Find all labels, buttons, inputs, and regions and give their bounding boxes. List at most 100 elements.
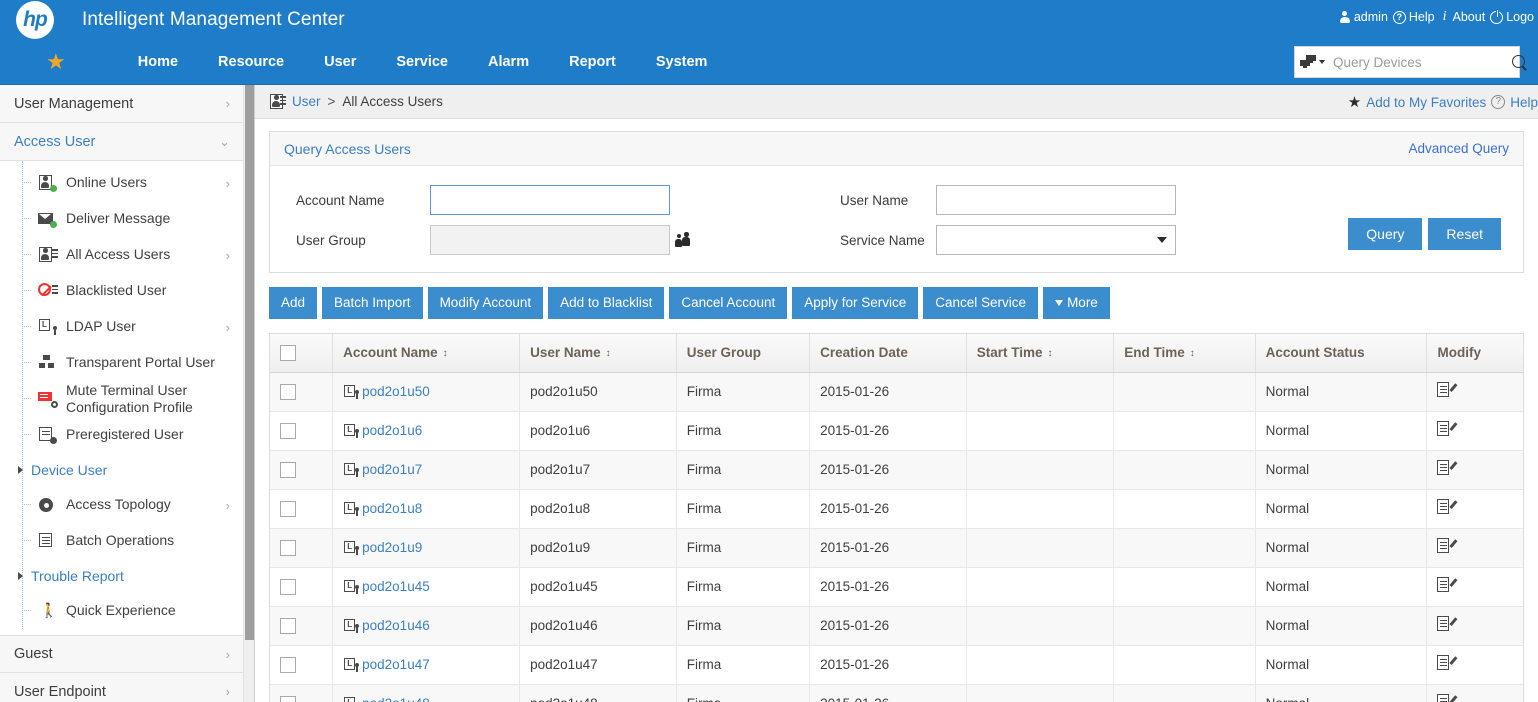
edit-icon[interactable] (1437, 459, 1458, 477)
nav-item-alarm[interactable]: Alarm (468, 54, 549, 70)
add-button[interactable]: Add (269, 287, 318, 319)
reset-button[interactable]: Reset (1428, 218, 1501, 250)
sidebar-scrollbar-thumb[interactable] (245, 85, 254, 640)
sidebar-item-batch-operations[interactable]: Batch Operations (0, 523, 244, 559)
sidebar-item-preregistered-user[interactable]: Preregistered User (0, 417, 244, 453)
search-scope-dropdown[interactable] (1295, 47, 1329, 77)
nav-item-report[interactable]: Report (549, 54, 636, 70)
account-name-link[interactable]: pod2o1u7 (362, 462, 422, 477)
cancel-service-button[interactable]: Cancel Service (923, 287, 1039, 319)
page-help-link[interactable]: Help (1510, 95, 1538, 110)
sidebar-item-online-users[interactable]: Online Users › (0, 165, 244, 201)
search-submit-button[interactable] (1512, 54, 1527, 70)
add-favorite-star-icon[interactable]: ★ (1348, 93, 1361, 111)
row-checkbox[interactable] (280, 501, 296, 518)
row-checkbox[interactable] (280, 696, 296, 702)
table-row[interactable]: Lpod2o1u6 pod2o1u6 Firma 2015-01-26 Normal (270, 411, 1523, 451)
account-name-link[interactable]: pod2o1u48 (362, 696, 430, 702)
nav-item-resource[interactable]: Resource (198, 54, 304, 70)
logout-link[interactable]: Logo (1490, 9, 1534, 24)
service-name-select[interactable] (936, 225, 1176, 255)
sidebar-item-all-access-users[interactable]: All Access Users › (0, 237, 244, 273)
account-name-link[interactable]: pod2o1u46 (362, 618, 430, 633)
add-to-favorites-link[interactable]: Add to My Favorites (1366, 95, 1486, 110)
table-row[interactable]: Lpod2o1u50 pod2o1u50 Firma 2015-01-26 Normal (270, 372, 1523, 412)
sidebar-scrollbar[interactable] (243, 85, 254, 702)
column-header-user-name[interactable]: User Name ↕ (519, 333, 677, 373)
sort-icon[interactable]: ↕ (1190, 349, 1195, 359)
advanced-query-link[interactable]: Advanced Query (1408, 141, 1509, 156)
sidebar-item-access-topology[interactable]: Access Topology › (0, 487, 244, 523)
sort-icon[interactable]: ↕ (443, 349, 448, 359)
more-button[interactable]: More (1043, 287, 1110, 319)
sidebar-item-quick-experience[interactable]: 🚶 Quick Experience (0, 593, 244, 629)
row-checkbox[interactable] (280, 657, 296, 674)
user-group-input[interactable] (430, 225, 670, 255)
add-to-blacklist-button[interactable]: Add to Blacklist (548, 287, 665, 319)
cancel-account-button[interactable]: Cancel Account (669, 287, 788, 319)
edit-icon[interactable] (1437, 693, 1458, 702)
favorites-star-icon[interactable]: ★ (46, 51, 66, 73)
table-row[interactable]: Lpod2o1u7 pod2o1u7 Firma 2015-01-26 Normal (270, 450, 1523, 490)
sidebar-group-user-management[interactable]: User Management › (0, 85, 244, 123)
row-checkbox[interactable] (280, 579, 296, 596)
account-name-link[interactable]: pod2o1u45 (362, 579, 430, 594)
breadcrumb-link-user[interactable]: User (292, 94, 321, 109)
batch-import-button[interactable]: Batch Import (322, 287, 423, 319)
row-checkbox[interactable] (280, 384, 296, 401)
sort-icon[interactable]: ↕ (1047, 349, 1052, 359)
edit-icon[interactable] (1437, 420, 1458, 438)
sidebar-group-user-endpoint[interactable]: User Endpoint › (0, 673, 244, 702)
sidebar-item-device-user[interactable]: Device User (0, 453, 244, 487)
account-menu[interactable]: admin (1339, 10, 1388, 24)
nav-item-system[interactable]: System (636, 54, 728, 70)
edit-icon[interactable] (1437, 537, 1458, 555)
sidebar-item-ldap-user[interactable]: L LDAP User › (0, 309, 244, 345)
about-link[interactable]: i About (1440, 9, 1486, 25)
account-name-link[interactable]: pod2o1u50 (362, 384, 430, 399)
table-row[interactable]: Lpod2o1u46 pod2o1u46 Firma 2015-01-26 Normal (270, 606, 1523, 646)
user-name-input[interactable] (936, 185, 1176, 215)
account-name-input[interactable] (430, 185, 670, 215)
nav-item-service[interactable]: Service (376, 54, 468, 70)
column-header-start-time[interactable]: Start Time ↕ (966, 333, 1115, 373)
table-row[interactable]: Lpod2o1u9 pod2o1u9 Firma 2015-01-26 Normal (270, 528, 1523, 568)
column-header-end-time[interactable]: End Time ↕ (1113, 333, 1256, 373)
edit-icon[interactable] (1437, 615, 1458, 633)
user-group-picker-icon[interactable] (675, 231, 695, 249)
hp-logo-icon[interactable]: hp (16, 1, 54, 39)
column-header-account-name[interactable]: Account Name ↕ (332, 333, 521, 373)
row-checkbox[interactable] (280, 618, 296, 635)
edit-icon[interactable] (1437, 654, 1458, 672)
search-input[interactable] (1329, 53, 1512, 71)
sidebar-item-mute-terminal-user-configuration-profile[interactable]: Mute Terminal User Configuration Profile (0, 381, 244, 417)
sidebar-item-deliver-message[interactable]: Deliver Message (0, 201, 244, 237)
account-name-link[interactable]: pod2o1u6 (362, 423, 422, 438)
apply-for-service-button[interactable]: Apply for Service (792, 287, 919, 319)
sidebar-group-guest[interactable]: Guest › (0, 635, 244, 673)
sidebar-item-trouble-report[interactable]: Trouble Report (0, 559, 244, 593)
edit-icon[interactable] (1437, 498, 1458, 516)
row-checkbox[interactable] (280, 540, 296, 557)
query-button[interactable]: Query (1348, 218, 1423, 250)
table-row[interactable]: Lpod2o1u48pod2o1u48Firma2015-01-26Normal (270, 684, 1523, 702)
sidebar-item-transparent-portal-user[interactable]: Transparent Portal User (0, 345, 244, 381)
nav-item-user[interactable]: User (304, 54, 376, 70)
sidebar-item-blacklisted-user[interactable]: Blacklisted User (0, 273, 244, 309)
edit-icon[interactable] (1437, 381, 1458, 399)
help-link[interactable]: ? Help (1392, 10, 1435, 24)
table-row[interactable]: Lpod2o1u47 pod2o1u47 Firma 2015-01-26 Normal (270, 645, 1523, 685)
sort-icon[interactable]: ↕ (606, 349, 611, 359)
table-row[interactable]: Lpod2o1u45 pod2o1u45 Firma 2015-01-26 Normal (270, 567, 1523, 607)
row-checkbox[interactable] (280, 423, 296, 440)
table-row[interactable]: Lpod2o1u8 pod2o1u8 Firma 2015-01-26 Normal (270, 489, 1523, 529)
edit-icon[interactable] (1437, 576, 1458, 594)
account-name-link[interactable]: pod2o1u47 (362, 657, 430, 672)
sidebar-group-access-user[interactable]: Access User ⌄ (0, 123, 244, 161)
account-name-link[interactable]: pod2o1u8 (362, 501, 422, 516)
select-all-checkbox[interactable] (280, 344, 296, 361)
account-name-link[interactable]: pod2o1u9 (362, 540, 422, 555)
row-checkbox[interactable] (280, 462, 296, 479)
nav-item-home[interactable]: Home (118, 54, 198, 70)
modify-account-button[interactable]: Modify Account (427, 287, 544, 319)
